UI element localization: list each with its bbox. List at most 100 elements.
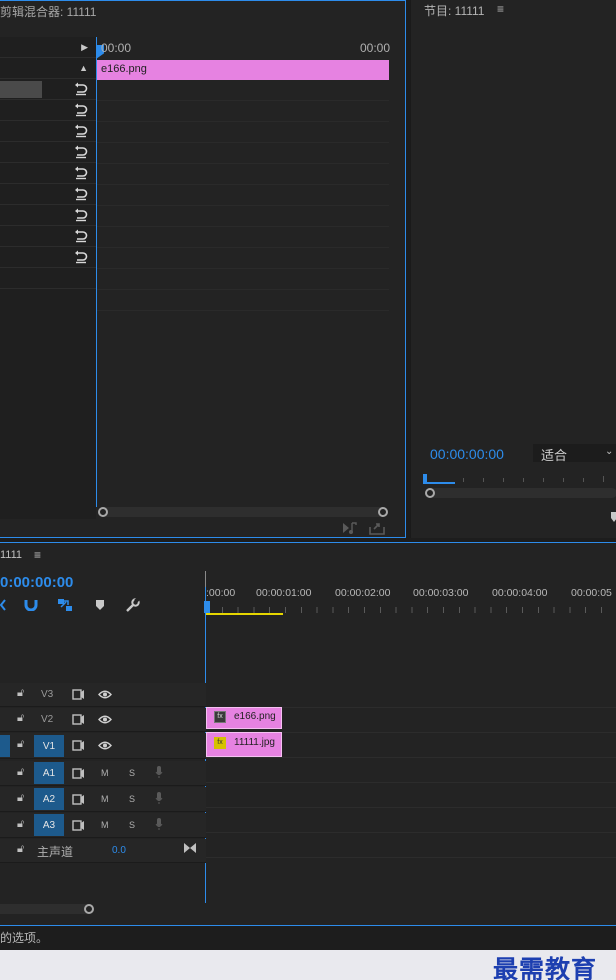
sync-lock-icon[interactable] [72,794,85,805]
master-volume-value[interactable]: 0.0 [112,845,126,856]
linked-selection-icon[interactable] [57,598,73,612]
program-timecode[interactable]: 00:00:00:00 [430,446,504,462]
program-viewer[interactable] [411,20,616,440]
track-label[interactable]: V2 [41,714,53,725]
keyframe-row [97,185,389,206]
add-marker-icon[interactable] [96,600,104,610]
marker-icon[interactable] [611,512,616,522]
video-track-v1[interactable]: 🔓︎ V1 [0,733,206,759]
track-target-a1[interactable]: A1 [34,762,64,784]
solo-button[interactable]: S [129,820,135,830]
scroll-handle-right[interactable] [378,507,388,517]
solo-button[interactable]: S [129,768,135,778]
ruler-label: 00:00:03:00 [413,587,469,599]
snap-magnet-icon[interactable] [24,599,38,611]
property-row[interactable] [0,163,96,184]
scroll-handle-left[interactable] [98,507,108,517]
play-audio-icon[interactable] [342,521,358,535]
time-ruler[interactable]: :00:00 00:00:01:00 00:00:02:00 00:00:03:… [204,583,616,615]
microphone-icon[interactable] [155,765,163,779]
eye-icon[interactable] [98,715,112,724]
reset-icon[interactable] [74,208,88,222]
video-track-v2[interactable]: 🔓︎ V2 [0,708,206,732]
property-row[interactable] [0,79,96,100]
audio-gain-icon[interactable] [184,843,196,853]
program-ruler[interactable] [423,474,616,484]
reset-icon[interactable] [74,145,88,159]
reset-icon[interactable] [74,187,88,201]
wrench-icon[interactable] [125,598,140,613]
scroll-handle-left[interactable] [425,488,435,498]
lock-icon[interactable]: 🔓︎ [17,687,24,700]
master-track[interactable]: 🔓︎ 主声道 0.0 [0,839,206,863]
sync-lock-icon[interactable] [72,714,85,725]
track-label[interactable]: V3 [41,689,53,700]
mute-button[interactable]: M [101,794,109,804]
clip-mixer-panel: 剪辑混合器: 11111 ▶ ▲ 00:00 00:00 e166.png [0,0,406,538]
property-row[interactable] [0,226,96,247]
clip-11111[interactable]: fx 11111.jpg [206,732,282,757]
sync-lock-icon[interactable] [72,768,85,779]
microphone-icon[interactable] [155,791,163,805]
ruler-label: 00:00:04:00 [492,587,548,599]
fit-dropdown[interactable]: 适合 ⌄ [533,444,616,463]
property-row[interactable] [0,205,96,226]
reset-icon[interactable] [74,82,88,96]
collapse-up-icon[interactable]: ▲ [79,63,88,73]
nest-icon[interactable] [0,599,6,611]
eye-icon[interactable] [98,690,112,699]
solo-button[interactable]: S [129,794,135,804]
track-target-v1[interactable]: V1 [34,735,64,757]
mute-button[interactable]: M [101,768,109,778]
source-patch-v1[interactable] [0,735,10,757]
zoom-scrollbar[interactable] [98,507,388,517]
panel-menu-icon[interactable]: ≡ [34,548,41,562]
lock-icon[interactable]: 🔓︎ [17,766,24,779]
reset-icon[interactable] [74,250,88,264]
video-track-v3[interactable]: 🔓︎ V3 [0,683,206,707]
track-target-a2[interactable]: A2 [34,788,64,810]
lock-icon[interactable]: 🔓︎ [17,843,24,856]
property-section-row[interactable]: ▲ [0,58,96,79]
program-scrollbar[interactable] [425,488,616,498]
reset-icon[interactable] [74,166,88,180]
property-header-row[interactable]: ▶ [0,37,96,58]
sync-lock-icon[interactable] [72,820,85,831]
microphone-icon[interactable] [155,817,163,831]
keyframe-row [97,101,389,122]
reset-icon[interactable] [74,229,88,243]
work-area-bar[interactable] [206,613,283,615]
audio-track-a3[interactable]: 🔓︎ A3 M S [0,813,206,838]
expand-right-icon[interactable]: ▶ [81,42,88,53]
sequence-tab[interactable]: 1111 [0,549,22,561]
sync-lock-icon[interactable] [72,740,85,751]
audio-track-a1[interactable]: 🔓︎ A1 M S [0,761,206,786]
watermark-strip: 最需教育 [0,950,616,980]
property-row[interactable] [0,184,96,205]
property-row[interactable] [0,121,96,142]
export-icon[interactable] [369,521,385,535]
lock-icon[interactable]: 🔓︎ [17,818,24,831]
property-row[interactable] [0,100,96,121]
clip-bar[interactable]: e166.png [97,60,389,80]
lock-icon[interactable]: 🔓︎ [17,792,24,805]
property-row[interactable] [0,142,96,163]
lock-icon[interactable]: 🔓︎ [17,712,24,725]
property-row[interactable] [0,247,96,268]
mute-button[interactable]: M [101,820,109,830]
track-target-a3[interactable]: A3 [34,814,64,836]
ruler-label: 00:00:05 [571,587,612,599]
keyframe-row [97,227,389,248]
clip-e166[interactable]: fx e166.png [206,707,282,729]
audio-track-a2[interactable]: 🔓︎ A2 M S [0,787,206,812]
lock-icon[interactable]: 🔓︎ [17,738,24,751]
timeline-scrollbar[interactable] [0,904,94,914]
sync-lock-icon[interactable] [72,689,85,700]
panel-menu-icon[interactable]: ≡ [497,2,504,16]
timeline-timecode[interactable]: 0:00:00:00 [0,574,73,591]
eye-icon[interactable] [98,741,112,750]
scroll-handle-right[interactable] [84,904,94,914]
value-slider[interactable] [0,81,42,98]
reset-icon[interactable] [74,124,88,138]
reset-icon[interactable] [74,103,88,117]
